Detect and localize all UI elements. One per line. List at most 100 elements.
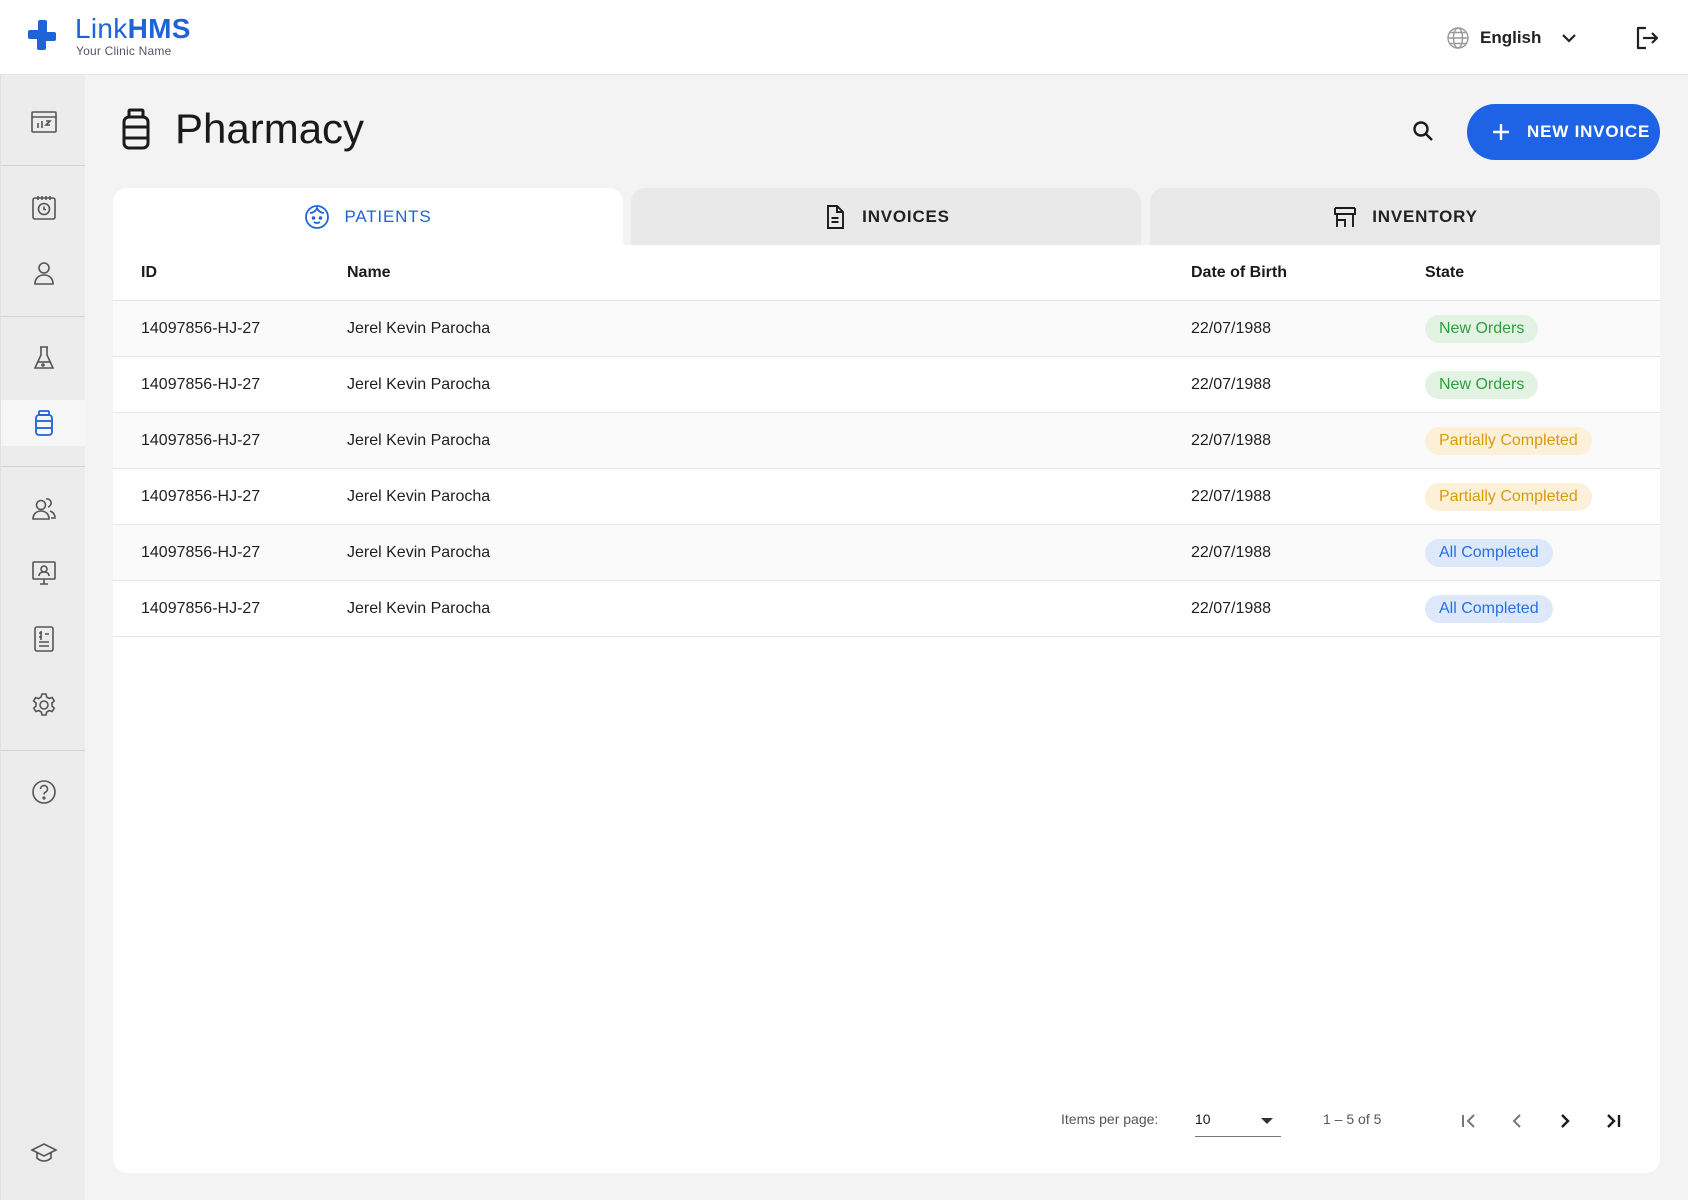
logout-icon[interactable] [1632,24,1660,52]
table-row[interactable]: 14097856-HJ-27 Jerel Kevin Parocha 22/07… [113,525,1660,581]
page-header: Pharmacy [119,103,364,155]
status-badge: All Completed [1425,539,1553,567]
table-row[interactable]: 14097856-HJ-27 Jerel Kevin Parocha 22/07… [113,357,1660,413]
chevron-down-icon [1562,34,1577,43]
status-badge: New Orders [1425,371,1539,399]
document-icon [827,204,845,229]
previous-page-button[interactable] [1501,1105,1533,1137]
tab-inventory[interactable]: INVENTORY [1150,188,1660,245]
cell-name: Jerel Kevin Parocha [347,544,491,561]
billing-icon [33,626,54,652]
sidebar-item-billing[interactable] [1,616,86,662]
search-icon [1413,121,1433,141]
cell-dob: 22/07/1988 [1191,488,1272,505]
sidebar-item-laboratory[interactable] [1,335,86,381]
page-title: Pharmacy [175,105,365,152]
pharmacy-icon [34,410,53,436]
cell-dob: 22/07/1988 [1191,320,1272,337]
globe-icon [1447,27,1469,49]
sidebar-item-pharmacy[interactable] [1,400,86,446]
tab-bar: PATIENTS INVOICES INVENTORY [113,188,1660,245]
language-label: English [1480,28,1542,47]
cell-id: 14097856-HJ-27 [141,600,261,617]
status-badge: All Completed [1425,595,1553,623]
column-header-name[interactable]: Name [347,245,391,301]
tab-invoices[interactable]: INVOICES [631,188,1141,245]
cell-dob: 22/07/1988 [1191,376,1272,393]
cell-id: 14097856-HJ-27 [141,488,261,505]
first-page-icon [1462,1114,1475,1128]
tab-label: PATIENTS [344,206,432,226]
items-per-page-value: 10 [1195,1111,1211,1127]
dashboard-icon [30,111,57,133]
status-badge: New Orders [1425,315,1539,343]
table-header: ID Name Date of Birth State [113,245,1660,301]
status-badge: Partially Completed [1425,427,1592,455]
chevron-left-icon [1512,1114,1521,1128]
cell-name: Jerel Kevin Parocha [347,488,491,505]
brand-name: LinkHMS [75,13,191,44]
clinic-name: Your Clinic Name [76,44,172,58]
patient-icon [33,262,54,285]
cell-dob: 22/07/1988 [1191,432,1272,449]
top-bar: LinkHMS Your Clinic Name English [0,0,1688,75]
sidebar-item-patients[interactable] [1,250,86,296]
paginator: Items per page: 10 1 – 5 of 5 [113,1093,1660,1149]
chevron-right-icon [1561,1114,1570,1128]
logo-icon [28,20,56,50]
help-icon [31,780,56,804]
search-button[interactable] [1407,115,1439,147]
telemedicine-icon [31,561,56,585]
training-icon [29,1143,58,1162]
sidebar-item-appointments[interactable] [1,185,86,231]
dropdown-arrow-icon [1261,1118,1273,1124]
main-content: Pharmacy NEW INVOICE PATIENTS INVOICES I… [85,75,1688,1200]
sidebar-item-telemedicine[interactable] [1,550,86,596]
cell-id: 14097856-HJ-27 [141,544,261,561]
page-range: 1 – 5 of 5 [1323,1111,1382,1127]
sidebar-item-training[interactable] [1,1130,86,1176]
last-page-button[interactable] [1597,1105,1629,1137]
sidebar-item-staff[interactable] [1,485,86,531]
last-page-icon [1607,1114,1621,1128]
items-per-page-select[interactable]: 10 [1195,1105,1281,1137]
table-row[interactable]: 14097856-HJ-27 Jerel Kevin Parocha 22/07… [113,301,1660,357]
new-invoice-label: NEW INVOICE [1527,122,1651,141]
plus-icon [1493,124,1509,140]
table-row[interactable]: 14097856-HJ-27 Jerel Kevin Parocha 22/07… [113,413,1660,469]
staff-icon [31,498,56,520]
store-icon [1334,206,1357,227]
column-header-state[interactable]: State [1425,245,1464,301]
lab-icon [33,346,54,369]
cell-dob: 22/07/1988 [1191,600,1272,617]
language-selector[interactable]: English [1446,22,1581,54]
cell-id: 14097856-HJ-27 [141,432,261,449]
cell-dob: 22/07/1988 [1191,544,1272,561]
sidebar-item-dashboard[interactable] [1,99,86,145]
cell-id: 14097856-HJ-27 [141,320,261,337]
tab-patients[interactable]: PATIENTS [113,188,623,245]
column-header-dob[interactable]: Date of Birth [1191,245,1287,301]
tab-label: INVENTORY [1372,206,1478,226]
patient-face-icon [305,204,330,229]
first-page-button[interactable] [1453,1105,1485,1137]
appointments-icon [31,196,56,220]
cell-name: Jerel Kevin Parocha [347,600,491,617]
patients-card: PATIENTS INVOICES INVENTORY ID Name Date… [113,188,1660,1173]
tab-label: INVOICES [862,206,950,226]
cell-name: Jerel Kevin Parocha [347,320,491,337]
next-page-button[interactable] [1549,1105,1581,1137]
sidebar-item-settings[interactable] [1,682,86,728]
settings-icon [32,693,55,716]
status-badge: Partially Completed [1425,483,1592,511]
pharmacy-icon [122,108,150,150]
cell-name: Jerel Kevin Parocha [347,376,491,393]
sidebar [0,75,86,1200]
column-header-id[interactable]: ID [141,245,157,301]
new-invoice-button[interactable]: NEW INVOICE [1467,104,1660,160]
cell-name: Jerel Kevin Parocha [347,432,491,449]
sidebar-item-help[interactable] [1,769,86,815]
table-row[interactable]: 14097856-HJ-27 Jerel Kevin Parocha 22/07… [113,469,1660,525]
items-per-page-label: Items per page: [1061,1111,1159,1127]
table-row[interactable]: 14097856-HJ-27 Jerel Kevin Parocha 22/07… [113,581,1660,637]
